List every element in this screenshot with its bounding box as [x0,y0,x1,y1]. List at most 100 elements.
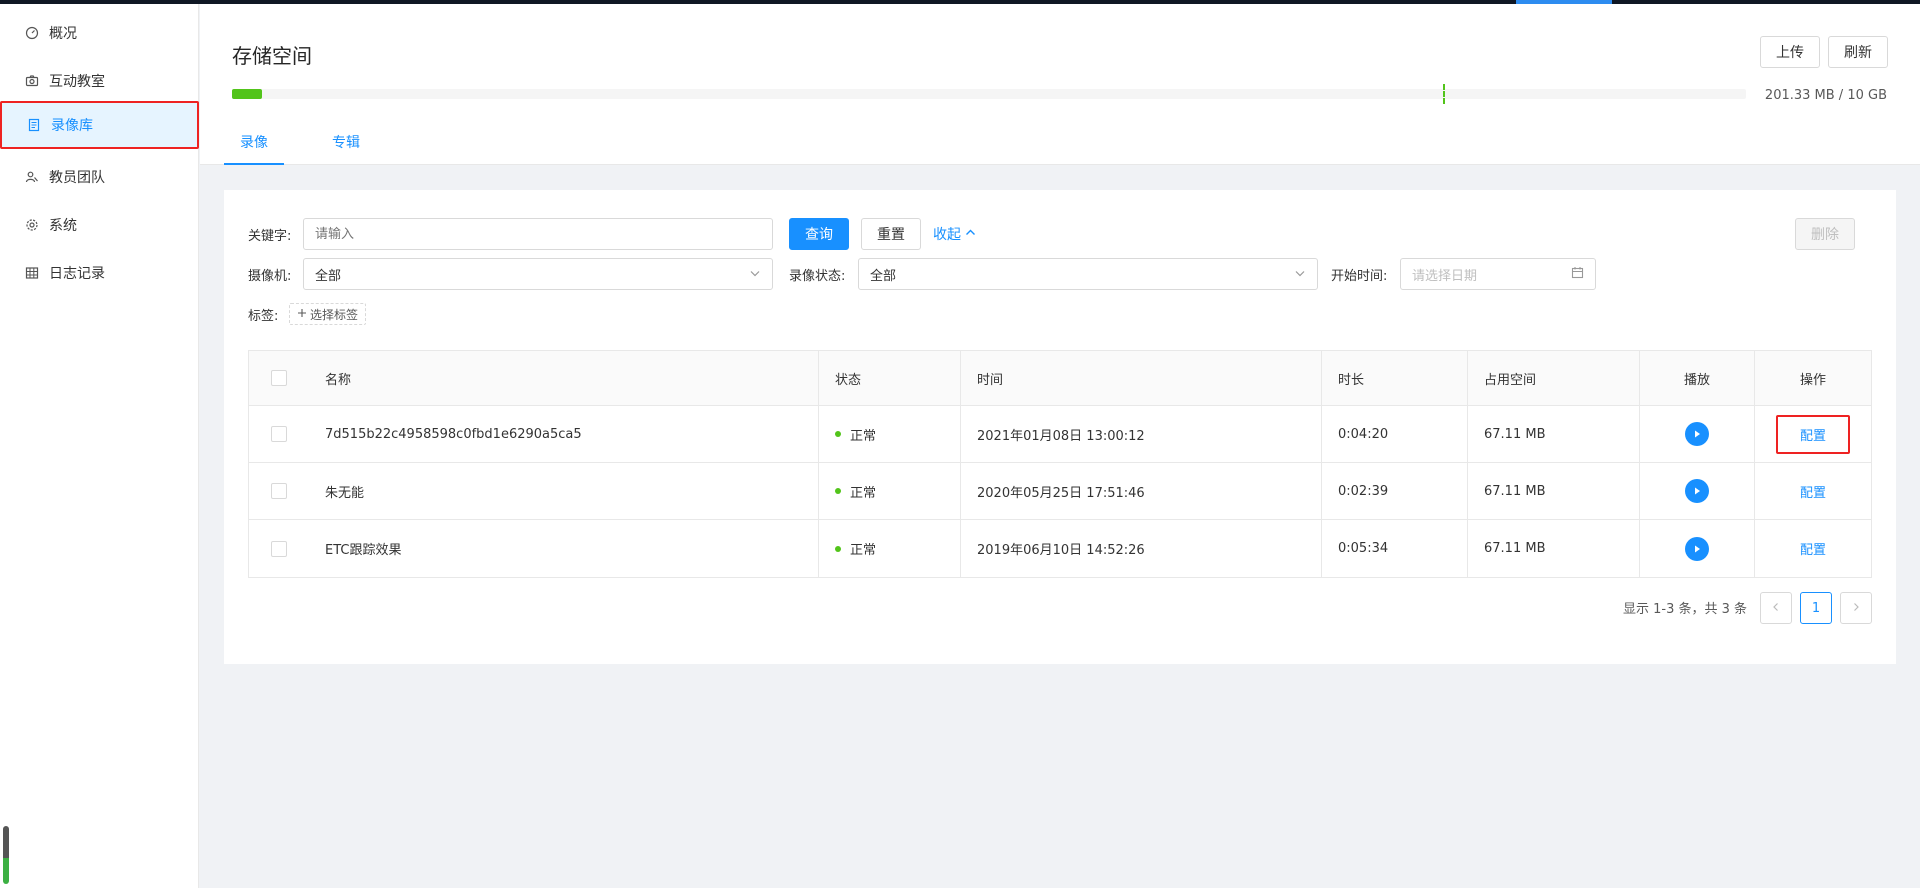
recording-name: ETC跟踪效果 [309,520,819,577]
gear-icon [24,217,40,233]
pagination-summary: 显示 1-3 条，共 3 条 [1623,602,1748,617]
action-cell: 配置 [1755,406,1871,462]
play-cell [1640,406,1755,462]
select-tag-button[interactable]: 选择标签 [289,303,367,325]
status-dot [835,545,841,552]
select-all-checkbox[interactable] [271,370,287,386]
row-checkbox[interactable] [271,426,287,442]
configure-link[interactable]: 配置 [1778,474,1848,509]
column-header-action: 操作 [1799,372,1826,388]
sidebar-item-classroom[interactable]: 互动教室 [0,57,199,105]
start-date-picker[interactable]: 请选择日期 [1400,258,1596,290]
upload-button[interactable]: 上传 [1760,36,1820,68]
sidebar-item-label: 录像库 [51,118,93,134]
tab-recordings[interactable]: 录像 [224,132,284,165]
page-number-button[interactable]: 1 [1800,592,1832,624]
chevron-down-icon [749,267,761,282]
plus-icon [297,307,307,321]
chevron-right-icon [1851,601,1861,616]
chevron-left-icon [1771,601,1781,616]
recording-duration: 0:02:39 [1322,463,1468,519]
status-select[interactable]: 全部 [858,258,1318,290]
play-cell [1640,520,1755,577]
chevron-down-icon [1294,267,1306,282]
play-icon[interactable] [1685,479,1709,503]
status-dot [835,488,841,494]
column-header-duration: 时长 [1322,351,1468,405]
recording-status: 正常 [819,406,961,462]
table-icon [24,265,40,281]
book-icon [26,117,42,133]
reset-button[interactable]: 重置 [861,218,921,250]
sidebar-item-label: 互动教室 [49,74,105,90]
play-icon[interactable] [1685,422,1709,446]
recording-name: 7d515b22c4958598c0fbd1e6290a5ca5 [309,406,819,462]
sidebar-item-logs[interactable]: 日志记录 [0,249,199,297]
start-date-placeholder: 请选择日期 [1412,268,1478,284]
chevron-up-icon [965,226,976,242]
sidebar-item-system[interactable]: 系统 [0,201,199,249]
sidebar-item-video-library[interactable]: 录像库 [0,101,199,149]
action-cell: 配置 [1755,520,1871,577]
scrollbar-thumb[interactable] [3,826,9,884]
query-button[interactable]: 查询 [789,218,849,250]
sidebar-item-team[interactable]: 教员团队 [0,153,199,201]
status-select-value: 全部 [870,268,897,284]
storage-progress-fill [232,89,263,99]
select-tag-label: 选择标签 [310,307,359,322]
camera-label: 摄像机: [248,269,292,284]
tab-albums[interactable]: 专辑 [322,132,370,165]
storage-progress-bar [232,84,1746,104]
prev-page-button[interactable] [1760,592,1792,624]
row-checkbox[interactable] [271,540,287,557]
recording-time: 2020年05月25日 17:51:46 [961,463,1322,519]
camera-icon [24,73,40,89]
storage-header: 存储空间 上传 刷新 201.33 MB / 10 GB 录像 专辑 [200,4,1920,165]
configure-link[interactable]: 配置 [1778,531,1848,566]
table-row: 朱无能 正常 2020年05月25日 17:51:46 0:02:39 67.1… [249,463,1871,520]
sidebar: 概况 互动教室 录像库 教员团队 系统 日志记录 [0,4,199,888]
recording-size: 67.11 MB [1468,406,1640,462]
configure-link[interactable]: 配置 [1775,414,1850,454]
recording-status: 正常 [819,463,961,519]
recording-duration: 0:04:20 [1322,406,1468,462]
status-text: 正常 [850,428,877,444]
sidebar-item-overview[interactable]: 概况 [0,9,199,57]
storage-usage-text: 201.33 MB / 10 GB [1764,88,1887,103]
collapse-toggle[interactable]: 收起 [933,224,976,244]
play-icon[interactable] [1685,536,1709,561]
recording-size: 67.11 MB [1468,463,1640,519]
recording-time: 2019年06月10日 14:52:26 [961,520,1322,577]
recording-status: 正常 [819,520,961,577]
team-icon [24,169,40,185]
status-text: 正常 [850,485,877,501]
collapse-label: 收起 [933,227,961,243]
table-row: ETC跟踪效果 正常 2019年06月10日 14:52:26 0:05:34 … [249,520,1871,577]
next-page-button[interactable] [1840,592,1872,624]
camera-select[interactable]: 全部 [303,258,773,290]
dashboard-icon [24,25,40,41]
tag-label: 标签: [248,309,279,324]
status-filter-label: 录像状态: [789,269,846,284]
column-header-play: 播放 [1640,351,1755,405]
column-header-time: 时间 [961,351,1322,405]
recording-time: 2021年01月08日 13:00:12 [961,406,1322,462]
play-cell [1640,463,1755,519]
delete-button[interactable]: 删除 [1795,218,1855,250]
column-header-status: 状态 [819,351,961,405]
header-checkbox-cell [249,351,309,405]
camera-select-value: 全部 [315,268,342,284]
column-header-name: 名称 [309,351,819,405]
action-cell: 配置 [1755,463,1871,519]
recording-size: 67.11 MB [1468,520,1640,577]
row-checkbox[interactable] [271,483,287,499]
keyword-input[interactable] [303,218,773,250]
sidebar-item-label: 日志记录 [49,266,105,282]
table-header-row: 名称 状态 时间 时长 占用空间 播放 操作 [249,351,1871,406]
recording-name: 朱无能 [309,463,819,519]
row-checkbox-cell [249,406,309,462]
page-title: 存储空间 [232,44,312,68]
status-dot [835,431,841,437]
column-header-size: 占用空间 [1468,351,1640,405]
refresh-button[interactable]: 刷新 [1828,36,1888,68]
